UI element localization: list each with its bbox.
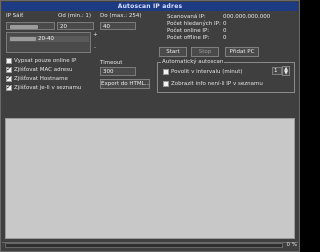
hostname-checkbox[interactable] <box>6 74 12 82</box>
add-pc-button[interactable]: Přidat PC <box>225 47 259 57</box>
remove-range-button[interactable]: - <box>94 45 96 51</box>
searched-count-value: 0 <box>223 21 227 27</box>
list-checkbox[interactable] <box>6 83 12 91</box>
info-checkbox[interactable] <box>163 81 169 87</box>
searched-count-label: Počet hledaných IP: <box>167 21 221 27</box>
interval-spinner[interactable]: ▲ ▼ <box>282 66 290 76</box>
window-title: Autoscan IP adres <box>117 3 183 10</box>
start-button[interactable]: Start <box>159 47 187 57</box>
ip-label: IP Sáíť <box>6 13 24 19</box>
interval-checkbox[interactable] <box>163 69 169 75</box>
interval-input[interactable]: 1 <box>272 67 282 75</box>
online-count-label: Počet online IP: <box>167 28 210 34</box>
autoscan-group-title: Automatický autoscan <box>161 59 225 65</box>
results-list[interactable] <box>5 118 295 239</box>
to-input[interactable]: 40 <box>100 22 136 30</box>
only-online-checkbox[interactable] <box>6 58 12 64</box>
offline-count-value: 0 <box>223 35 227 41</box>
range-list-item[interactable]: 20-40 <box>9 36 89 42</box>
progress-bar <box>5 243 283 248</box>
range-item-text: 20-40 <box>38 36 54 42</box>
range-list[interactable]: 20-40 <box>6 32 91 53</box>
spinner-down-icon[interactable]: ▼ <box>283 71 289 76</box>
only-online-label: Vypsat pouze online IP <box>14 58 77 64</box>
info-label: Zobrazit info není-li IP v seznamu <box>171 81 263 87</box>
export-html-button[interactable]: Export do HTML... <box>100 79 150 89</box>
from-label: Od (min.: 1) <box>58 13 92 19</box>
ip-input[interactable] <box>6 22 55 30</box>
offline-count-label: Počet offline IP: <box>167 35 210 41</box>
scanned-ip-value: 000.000.000.000 <box>223 14 271 20</box>
ip-value-redacted <box>10 25 38 29</box>
hostname-label: Zjišťovat Hostname <box>14 76 68 82</box>
autoscan-group: Automatický autoscan Povolit v intervalu… <box>157 59 295 93</box>
scanned-ip-label: Scanovaná IP: <box>167 14 206 20</box>
add-range-button[interactable]: + <box>93 32 98 38</box>
title-bar[interactable]: Autoscan IP adres <box>2 2 298 11</box>
timeout-input[interactable]: 300 <box>100 67 136 76</box>
progress-percent: 0 % <box>286 242 297 248</box>
online-count-value: 0 <box>223 28 227 34</box>
interval-label: Povolit v intervalu (minut) <box>171 69 243 75</box>
range-ip-redacted <box>10 37 36 41</box>
autoscan-window: Autoscan IP adres IP Sáíť Od (min.: 1) D… <box>0 0 300 252</box>
mac-checkbox[interactable] <box>6 65 12 73</box>
mac-label: Zjišťovat MAC adresu <box>14 67 73 73</box>
list-label: Zjišťovat je-li v seznamu <box>14 85 82 91</box>
timeout-label: Timeout <box>100 60 123 66</box>
stop-button[interactable]: Stop <box>191 47 219 57</box>
to-label: Do (max.: 254) <box>100 13 142 19</box>
from-input[interactable]: 20 <box>57 22 94 30</box>
